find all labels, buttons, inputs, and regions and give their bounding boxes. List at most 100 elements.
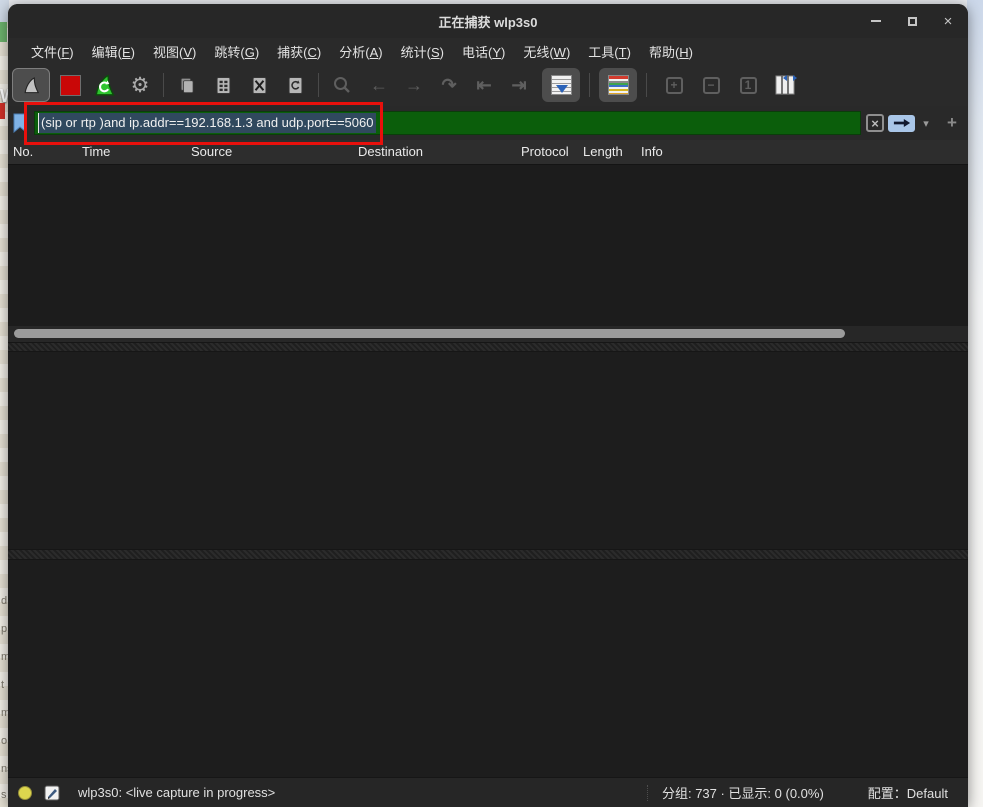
desktop-background-right <box>967 0 983 807</box>
minimize-button[interactable] <box>864 9 888 33</box>
titlebar: 正在捕获 wlp3s0 × <box>8 4 968 38</box>
packet-details-pane[interactable] <box>8 352 968 549</box>
capture-options-button[interactable]: ⚙ <box>126 68 154 102</box>
column-time[interactable]: Time <box>82 144 110 159</box>
go-back-button[interactable]: ← <box>365 68 393 102</box>
pane-splitter[interactable] <box>8 342 968 352</box>
stop-capture-button[interactable] <box>56 68 84 102</box>
pane-splitter[interactable] <box>8 549 968 560</box>
close-file-icon <box>250 74 269 97</box>
resize-columns-icon <box>773 74 797 96</box>
capture-status-text: wlp3s0: <live capture in progress> <box>78 785 275 800</box>
save-file-icon <box>214 74 233 97</box>
menu-statistics[interactable]: 统计(S) <box>392 40 453 63</box>
apply-arrow-icon <box>893 118 911 128</box>
menu-capture[interactable]: 捕获(C) <box>268 40 330 63</box>
capture-comment-icon[interactable] <box>44 785 60 801</box>
open-file-button[interactable] <box>173 68 201 102</box>
last-packet-icon: ⇥ <box>511 76 526 94</box>
find-packet-button[interactable] <box>328 68 356 102</box>
zoom-out-icon: − <box>703 77 720 94</box>
first-packet-icon: ⇤ <box>476 76 491 94</box>
open-file-icon <box>178 74 197 97</box>
reload-file-button[interactable] <box>281 68 309 102</box>
desktop-fragment <box>0 22 7 42</box>
auto-scroll-icon <box>551 75 572 95</box>
column-length[interactable]: Length <box>583 144 623 159</box>
column-info[interactable]: Info <box>641 144 663 159</box>
menu-go[interactable]: 跳转(G) <box>205 40 268 63</box>
column-source[interactable]: Source <box>191 144 232 159</box>
apply-filter-button[interactable] <box>888 115 915 132</box>
desktop-fragment <box>0 103 5 119</box>
forward-arrow-icon: → <box>405 76 423 94</box>
maximize-icon <box>908 17 917 26</box>
packet-list-pane[interactable] <box>8 164 968 326</box>
colorize-icon <box>608 75 629 95</box>
search-icon <box>332 75 352 95</box>
close-button[interactable]: × <box>936 9 960 33</box>
filter-text-selected: (sip or rtp )and ip.addr==192.168.1.3 an… <box>38 113 376 133</box>
goto-arrow-icon: ↷ <box>441 76 456 94</box>
column-no[interactable]: No. <box>13 144 33 159</box>
menu-view[interactable]: 视图(V) <box>144 40 205 63</box>
colorize-button[interactable] <box>599 68 637 102</box>
main-toolbar: ⚙ ← → ↷ ⇤ ⇥ <box>8 64 968 106</box>
bookmark-icon[interactable] <box>12 113 28 133</box>
close-file-button[interactable] <box>245 68 273 102</box>
menu-help[interactable]: 帮助(H) <box>640 40 702 63</box>
menu-wireless[interactable]: 无线(W) <box>514 40 579 63</box>
toolbar-separator <box>163 73 164 97</box>
column-destination[interactable]: Destination <box>358 144 423 159</box>
packet-list-header: No. Time Source Destination Protocol Len… <box>8 140 968 164</box>
toolbar-separator <box>646 73 647 97</box>
stop-icon <box>60 75 81 96</box>
go-forward-button[interactable]: → <box>400 68 428 102</box>
window-controls: × <box>864 4 960 38</box>
toolbar-separator <box>589 73 590 97</box>
normal-size-icon: 1 <box>740 77 757 94</box>
normal-size-button[interactable]: 1 <box>734 68 762 102</box>
resize-columns-button[interactable] <box>771 68 799 102</box>
expert-info-icon[interactable] <box>18 786 32 800</box>
wireshark-window: 正在捕获 wlp3s0 × 文件(F) 编辑(E) 视图(V) 跳转(G) 捕获… <box>8 4 968 807</box>
go-to-packet-button[interactable]: ↷ <box>435 68 463 102</box>
reload-file-icon <box>286 74 305 97</box>
start-capture-button[interactable] <box>12 68 50 102</box>
statusbar-separator <box>647 785 648 801</box>
zoom-in-button[interactable]: + <box>660 68 688 102</box>
packet-bytes-pane[interactable] <box>8 560 968 777</box>
add-filter-button[interactable]: + <box>944 113 960 133</box>
display-filter-input[interactable]: (sip or rtp )and ip.addr==192.168.1.3 an… <box>34 111 861 135</box>
first-packet-button[interactable]: ⇤ <box>470 68 498 102</box>
gear-icon: ⚙ <box>131 75 150 96</box>
shark-fin-icon <box>22 74 41 97</box>
clear-filter-button[interactable]: × <box>866 114 884 132</box>
zoom-out-button[interactable]: − <box>697 68 725 102</box>
minimize-icon <box>871 20 881 22</box>
save-file-button[interactable] <box>209 68 237 102</box>
horizontal-scrollbar[interactable] <box>8 326 968 342</box>
last-packet-button[interactable]: ⇥ <box>505 68 533 102</box>
maximize-button[interactable] <box>900 9 924 33</box>
scrollbar-thumb[interactable] <box>14 329 845 338</box>
back-arrow-icon: ← <box>370 76 388 94</box>
filter-dropdown-caret[interactable]: ▾ <box>919 117 933 130</box>
toolbar-separator <box>318 73 319 97</box>
status-bar: wlp3s0: <live capture in progress> 分组: 7… <box>8 777 968 807</box>
auto-scroll-button[interactable] <box>542 68 580 102</box>
column-protocol[interactable]: Protocol <box>521 144 569 159</box>
menubar: 文件(F) 编辑(E) 视图(V) 跳转(G) 捕获(C) 分析(A) 统计(S… <box>8 38 968 64</box>
profile-text[interactable]: 配置：Default <box>868 783 948 802</box>
menu-file[interactable]: 文件(F) <box>22 40 83 63</box>
menu-tools[interactable]: 工具(T) <box>579 40 640 63</box>
menu-edit[interactable]: 编辑(E) <box>83 40 144 63</box>
restart-capture-button[interactable] <box>90 68 118 102</box>
menu-telephony[interactable]: 电话(Y) <box>453 40 514 63</box>
packet-counts-text: 分组: 737 · 已显示: 0 (0.0%) <box>662 783 824 802</box>
restart-capture-icon <box>92 73 117 98</box>
filter-bar: (sip or rtp )and ip.addr==192.168.1.3 an… <box>8 106 968 140</box>
zoom-in-icon: + <box>666 77 683 94</box>
window-title: 正在捕获 wlp3s0 <box>439 12 538 31</box>
menu-analyze[interactable]: 分析(A) <box>330 40 391 63</box>
